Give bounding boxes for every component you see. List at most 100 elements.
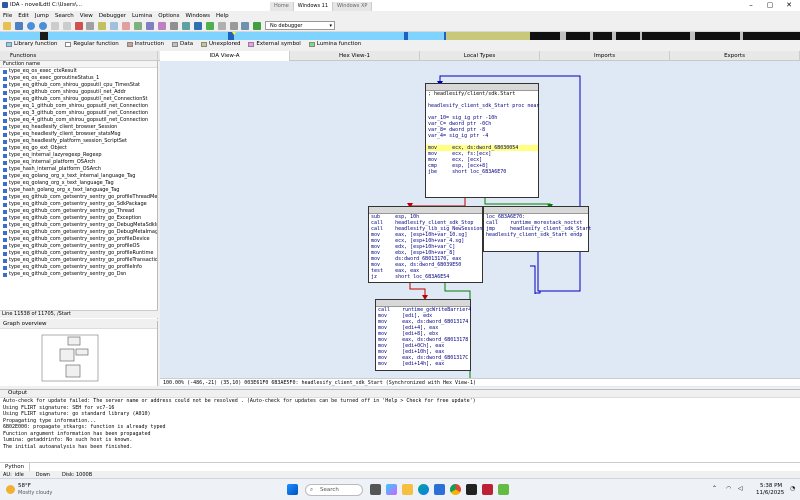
tab-hex-view-1[interactable]: Hex View-1	[290, 51, 420, 61]
disasm-line[interactable]: jbe short loc_6B3A6E70	[426, 169, 538, 175]
vm-tab-windows-xp[interactable]: Windows XP	[333, 1, 373, 11]
menu-edit[interactable]: Edit	[18, 13, 29, 19]
tab-local-types[interactable]: Local Types	[420, 51, 540, 61]
disasm-line[interactable]: headlesify_client_sdk_Start endp	[484, 232, 588, 238]
basic-block-entry[interactable]: ; headlesify/client/sdk.Start headlesify_…	[425, 83, 539, 198]
ida-taskbar-icon[interactable]	[482, 484, 493, 495]
navigation-band[interactable]	[0, 32, 800, 40]
tab-functions[interactable]: Functions	[0, 51, 158, 61]
disasm-line[interactable]: headlesify_client_sdk_Start proc near	[426, 103, 539, 109]
taskbar-search[interactable]: ⌕ Search	[305, 484, 363, 496]
chrome-icon[interactable]	[450, 484, 461, 495]
function-list-item[interactable]: type_eq_github_com_getsentry_sentry_go_S…	[0, 201, 157, 208]
menu-lumina[interactable]: Lumina	[132, 13, 152, 19]
function-list-item[interactable]: type_hash_internal_platform_OSArch	[0, 166, 157, 173]
vm-tab-windows-11[interactable]: Windows 11	[293, 1, 334, 11]
task-view-icon[interactable]	[370, 484, 381, 495]
python-icon[interactable]	[193, 22, 202, 30]
undefine-icon[interactable]	[122, 22, 131, 30]
function-list-item[interactable]: type_eq_github_com_getsentry_sentry_go_p…	[0, 264, 157, 271]
notification-icon[interactable]: ◔	[790, 485, 795, 492]
function-list-item[interactable]: type_eq_4_github_com_shirou_gopsutil_net…	[0, 117, 157, 124]
function-list-item[interactable]: type_eq_headlesify_client_browser_Sessio…	[0, 124, 157, 131]
app-icon[interactable]	[498, 484, 509, 495]
terminal-icon[interactable]	[466, 484, 477, 495]
function-list-item[interactable]: type_eq_go_ext_Object	[0, 145, 157, 152]
disasm-line[interactable]: jz short loc_6B3A6E54	[369, 274, 482, 280]
xref-icon[interactable]	[241, 22, 250, 30]
function-list-item[interactable]: type_eq_github_com_getsentry_sentry_go_D…	[0, 271, 157, 278]
tab-imports[interactable]: Imports	[540, 51, 670, 61]
maximize-button[interactable]: ▢	[761, 0, 779, 11]
menu-help[interactable]: Help	[216, 13, 229, 19]
open-icon[interactable]	[3, 22, 11, 30]
menu-windows[interactable]: Windows	[185, 13, 210, 19]
function-list-item[interactable]: type_eq_github_com_getsentry_sentry_go_p…	[0, 250, 157, 257]
graph-overview-minimap[interactable]	[0, 329, 158, 385]
basic-block-main[interactable]: sub esp, 10h call headlesify_client_sdk_S…	[368, 206, 483, 283]
function-list-item[interactable]: type_eq_headlesify_client_browser_statsM…	[0, 131, 157, 138]
back-icon[interactable]	[26, 22, 35, 30]
tab-exports[interactable]: Exports	[670, 51, 800, 61]
text-view-icon[interactable]	[50, 22, 59, 30]
clock-time[interactable]: 5:38 PM	[760, 483, 782, 489]
function-icon[interactable]	[134, 22, 143, 30]
function-list-item[interactable]: type_eq_1_github_com_shirou_gopsutil_net…	[0, 103, 157, 110]
save-icon[interactable]	[14, 22, 23, 30]
file-explorer-icon[interactable]	[402, 484, 413, 495]
search-icon[interactable]	[229, 22, 238, 30]
tab-ida-view-a[interactable]: IDA View-A	[160, 51, 290, 61]
network-icon[interactable]: ◠	[726, 485, 731, 492]
enum-icon[interactable]	[157, 22, 166, 30]
plugins-icon[interactable]	[181, 22, 190, 30]
graph-view-icon[interactable]	[62, 22, 71, 30]
function-list-item[interactable]: type_eq_internal_lazyregexp_Regexp	[0, 152, 157, 159]
function-name-column-header[interactable]: Function name	[0, 61, 157, 68]
struct-icon[interactable]	[146, 22, 155, 30]
output-log[interactable]: Auto-check for update failed: The server…	[0, 398, 800, 450]
data-icon[interactable]	[86, 22, 95, 30]
minimize-button[interactable]: –	[742, 0, 760, 11]
function-list-item[interactable]: type_eq_github_com_getsentry_sentry_go_p…	[0, 194, 157, 201]
function-list-item[interactable]: type_eq_github_com_shirou_gopsutil_net_C…	[0, 96, 157, 103]
function-list-item[interactable]: type_eq_github_com_getsentry_sentry_go_p…	[0, 257, 157, 264]
function-list-item[interactable]: type_eq_headlesify_platform_session_Scri…	[0, 138, 157, 145]
function-list-item[interactable]: type_eq_github_com_getsentry_sentry_go_D…	[0, 229, 157, 236]
function-list-item[interactable]: type_eq_os_exec_goroutineStatus_1	[0, 75, 157, 82]
menu-file[interactable]: File	[3, 13, 12, 19]
script-icon[interactable]	[169, 22, 178, 30]
array-icon[interactable]	[110, 22, 119, 30]
edge-icon[interactable]	[418, 484, 429, 495]
function-list-item[interactable]: type_eq_github_com_getsentry_sentry_go_T…	[0, 208, 157, 215]
code-icon[interactable]	[74, 22, 83, 30]
tray-chevron-icon[interactable]: ⌃	[712, 485, 717, 492]
bookmark-icon[interactable]	[217, 22, 226, 30]
forward-icon[interactable]	[38, 22, 47, 30]
menu-view[interactable]: View	[80, 13, 93, 19]
lumina-icon[interactable]	[205, 22, 214, 30]
string-icon[interactable]	[98, 22, 107, 30]
vm-tab-home[interactable]: Home	[270, 1, 294, 11]
function-list-item[interactable]: type_hash_golang_org_x_text_language_Tag	[0, 187, 157, 194]
close-button[interactable]: ✕	[780, 0, 798, 11]
play-icon[interactable]	[253, 22, 262, 30]
function-list-item[interactable]: type_eq_golang_org_x_text_internal_langu…	[0, 173, 157, 180]
clock-date[interactable]: 11/6/2025	[756, 490, 784, 496]
menu-jump[interactable]: Jump	[35, 13, 49, 19]
function-list-item[interactable]: type_eq_github_com_getsentry_sentry_go_E…	[0, 215, 157, 222]
store-icon[interactable]	[434, 484, 445, 495]
ida-view-graph[interactable]: ; headlesify/client/sdk.Start headlesify_…	[160, 61, 800, 387]
function-list-item[interactable]: type_eq_golang_org_x_text_language_Tag	[0, 180, 157, 187]
basic-block-morestack[interactable]: loc_6B3A6E70: call runtime_morestack_noct…	[483, 206, 591, 252]
function-list-item[interactable]: type_eq_github_com_shirou_gopsutil_cpu_T…	[0, 82, 157, 89]
copilot-icon[interactable]	[386, 484, 397, 495]
debugger-select[interactable]: No debugger ▾	[265, 21, 335, 30]
menu-options[interactable]: Options	[158, 13, 179, 19]
function-list-item[interactable]: type_eq_os_exec_ctxResult	[0, 68, 157, 75]
menu-search[interactable]: Search	[55, 13, 74, 19]
disasm-line[interactable]: mov [edi+14h], eax	[376, 361, 470, 367]
function-list-item[interactable]: type_eq_github_com_shirou_gopsutil_net_A…	[0, 89, 157, 96]
menu-debugger[interactable]: Debugger	[99, 13, 126, 19]
function-list-item[interactable]: type_eq_github_com_getsentry_sentry_go_D…	[0, 222, 157, 229]
basic-block-write-barrier[interactable]: call runtime_gcWriteBarrier4 mov [edi], e…	[375, 299, 471, 371]
